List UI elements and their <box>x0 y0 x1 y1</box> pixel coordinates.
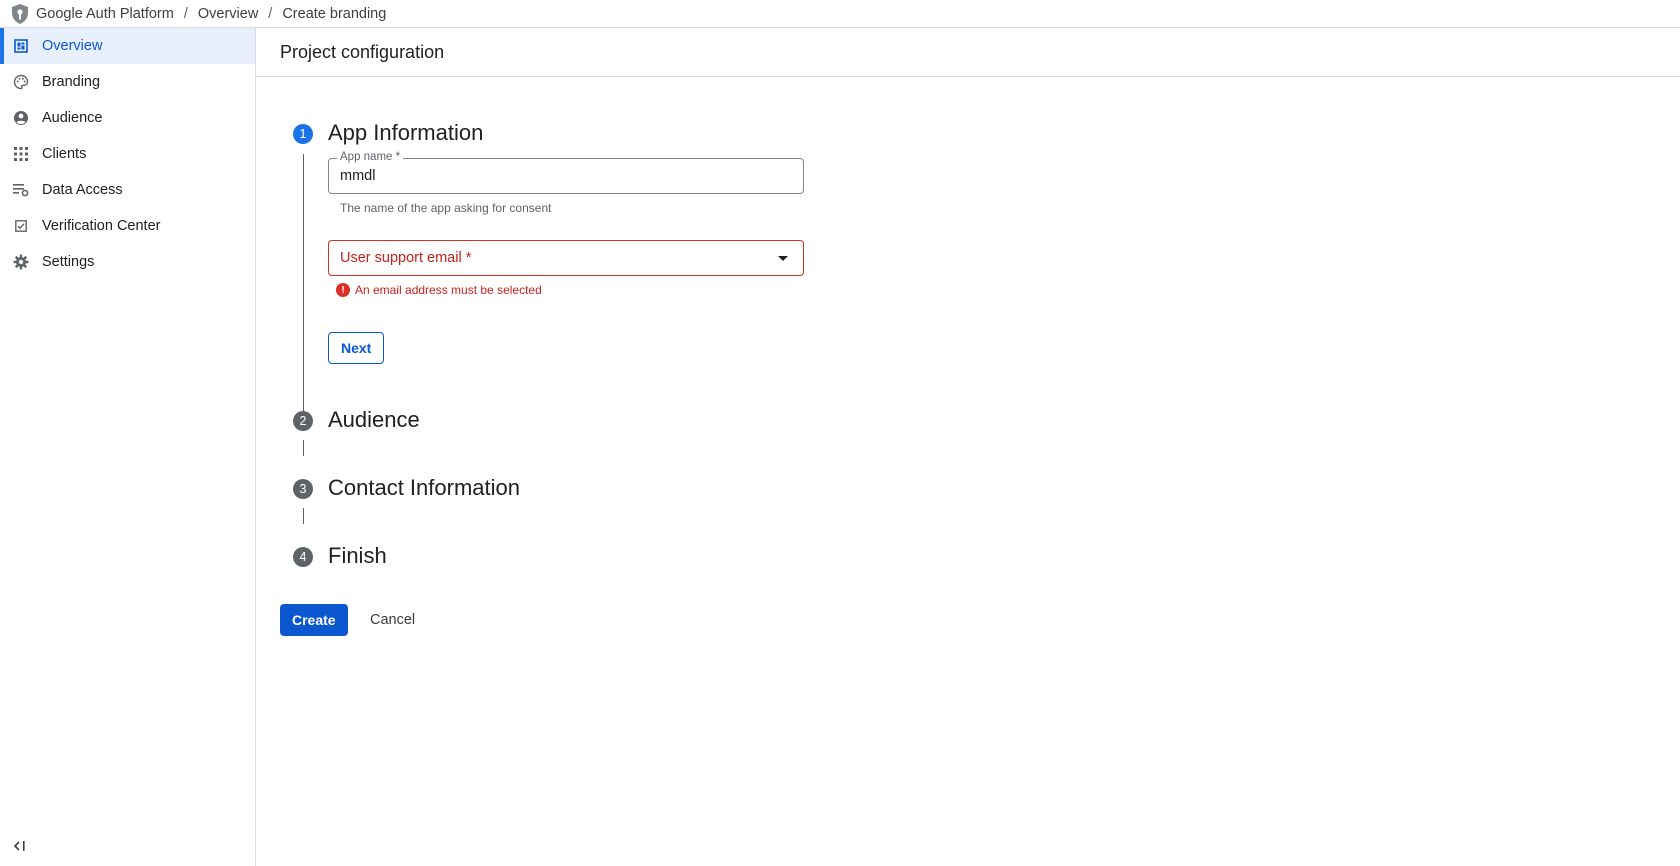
sidebar-item-clients[interactable]: Clients <box>0 136 255 172</box>
sidebar-nav: Overview Branding Audience Clients Data … <box>0 28 256 866</box>
sidebar-item-label: Clients <box>42 146 87 162</box>
gear-icon <box>13 254 29 270</box>
cancel-button[interactable]: Cancel <box>360 604 425 636</box>
step-number-2: 2 <box>293 411 313 431</box>
sidebar-item-label: Data Access <box>42 182 123 198</box>
app-name-label: App name * <box>337 151 404 163</box>
breadcrumb: Google Auth Platform / Overview / Create… <box>0 0 1680 28</box>
sidebar-item-overview[interactable]: Overview <box>0 28 255 64</box>
main-content: Project configuration 1 App Information … <box>256 28 1680 866</box>
error-icon: ! <box>336 283 350 297</box>
sidebar-item-settings[interactable]: Settings <box>0 244 255 280</box>
sidebar-item-label: Audience <box>42 110 103 126</box>
sidebar-item-label: Settings <box>42 254 95 270</box>
page-title: Project configuration <box>256 28 1680 77</box>
step-connector <box>303 440 304 456</box>
step-title-contact-information[interactable]: Contact Information <box>328 475 520 501</box>
filter-settings-icon <box>13 182 29 198</box>
sidebar-item-audience[interactable]: Audience <box>0 100 255 136</box>
sidebar-item-label: Verification Center <box>42 218 161 234</box>
next-button[interactable]: Next <box>328 332 385 364</box>
sidebar-item-verification-center[interactable]: Verification Center <box>0 208 255 244</box>
breadcrumb-separator: / <box>268 5 273 22</box>
breadcrumb-item-current: Create branding <box>282 5 387 22</box>
step-connector <box>303 154 304 416</box>
step-title-app-information[interactable]: App Information <box>328 120 483 146</box>
app-name-value[interactable]: mmdl <box>340 168 375 184</box>
user-support-email-select[interactable]: User support email * <box>328 240 804 276</box>
step-number-4: 4 <box>293 547 313 567</box>
shield-key-icon <box>10 3 30 25</box>
step-title-finish[interactable]: Finish <box>328 543 387 569</box>
dashboard-icon <box>13 38 29 54</box>
app-name-helper: The name of the app asking for consent <box>340 201 552 215</box>
sidebar-item-label: Branding <box>42 74 101 90</box>
user-support-email-label: User support email * <box>340 250 472 266</box>
email-error-message: ! An email address must be selected <box>336 283 542 297</box>
dropdown-arrow-icon[interactable] <box>778 256 788 261</box>
sidebar-item-label: Overview <box>42 38 103 54</box>
step-connector <box>303 508 304 524</box>
create-button[interactable]: Create <box>280 604 348 636</box>
breadcrumb-item-platform[interactable]: Google Auth Platform <box>36 6 174 22</box>
breadcrumb-separator: / <box>183 5 188 22</box>
step-number-3: 3 <box>293 479 313 499</box>
breadcrumb-item-overview[interactable]: Overview <box>198 6 258 22</box>
email-error-text: An email address must be selected <box>355 283 542 297</box>
apps-grid-icon <box>13 146 29 162</box>
sidebar-item-data-access[interactable]: Data Access <box>0 172 255 208</box>
palette-icon <box>13 74 29 90</box>
checklist-icon <box>13 218 29 234</box>
step-number-1: 1 <box>293 124 313 144</box>
account-circle-icon <box>13 110 29 126</box>
step-title-audience[interactable]: Audience <box>328 407 420 433</box>
collapse-left-icon[interactable] <box>12 838 28 854</box>
app-name-field[interactable]: App name * mmdl <box>328 151 804 194</box>
sidebar-item-branding[interactable]: Branding <box>0 64 255 100</box>
